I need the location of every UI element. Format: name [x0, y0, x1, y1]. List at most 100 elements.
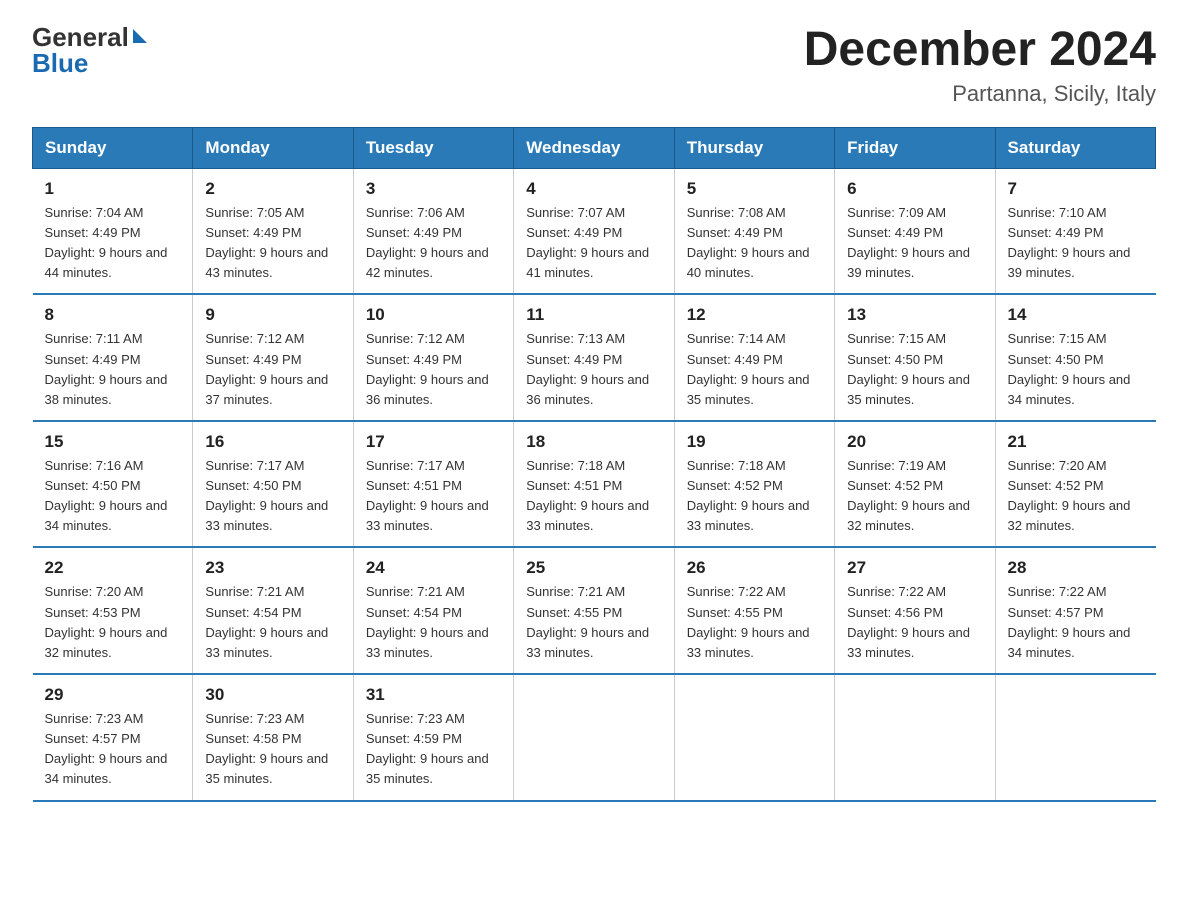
- calendar-cell: 18 Sunrise: 7:18 AMSunset: 4:51 PMDaylig…: [514, 421, 674, 548]
- week-row-2: 8 Sunrise: 7:11 AMSunset: 4:49 PMDayligh…: [33, 294, 1156, 421]
- day-info: Sunrise: 7:18 AMSunset: 4:52 PMDaylight:…: [687, 458, 810, 533]
- calendar-cell: 31 Sunrise: 7:23 AMSunset: 4:59 PMDaylig…: [353, 674, 513, 801]
- calendar-cell: 15 Sunrise: 7:16 AMSunset: 4:50 PMDaylig…: [33, 421, 193, 548]
- weekday-header-row: SundayMondayTuesdayWednesdayThursdayFrid…: [33, 127, 1156, 168]
- calendar-cell: 23 Sunrise: 7:21 AMSunset: 4:54 PMDaylig…: [193, 547, 353, 674]
- calendar-cell: 11 Sunrise: 7:13 AMSunset: 4:49 PMDaylig…: [514, 294, 674, 421]
- day-info: Sunrise: 7:23 AMSunset: 4:59 PMDaylight:…: [366, 711, 489, 786]
- day-info: Sunrise: 7:15 AMSunset: 4:50 PMDaylight:…: [847, 331, 970, 406]
- day-info: Sunrise: 7:04 AMSunset: 4:49 PMDaylight:…: [45, 205, 168, 280]
- day-number: 15: [45, 432, 181, 452]
- day-number: 22: [45, 558, 181, 578]
- day-number: 26: [687, 558, 822, 578]
- calendar-cell: 17 Sunrise: 7:17 AMSunset: 4:51 PMDaylig…: [353, 421, 513, 548]
- day-info: Sunrise: 7:06 AMSunset: 4:49 PMDaylight:…: [366, 205, 489, 280]
- day-number: 1: [45, 179, 181, 199]
- day-number: 27: [847, 558, 982, 578]
- day-number: 14: [1008, 305, 1144, 325]
- day-info: Sunrise: 7:11 AMSunset: 4:49 PMDaylight:…: [45, 331, 168, 406]
- weekday-header-sunday: Sunday: [33, 127, 193, 168]
- day-info: Sunrise: 7:05 AMSunset: 4:49 PMDaylight:…: [205, 205, 328, 280]
- weekday-header-monday: Monday: [193, 127, 353, 168]
- day-number: 2: [205, 179, 340, 199]
- calendar-cell: 8 Sunrise: 7:11 AMSunset: 4:49 PMDayligh…: [33, 294, 193, 421]
- day-info: Sunrise: 7:08 AMSunset: 4:49 PMDaylight:…: [687, 205, 810, 280]
- day-number: 6: [847, 179, 982, 199]
- calendar-cell: 13 Sunrise: 7:15 AMSunset: 4:50 PMDaylig…: [835, 294, 995, 421]
- day-number: 19: [687, 432, 822, 452]
- weekday-header-wednesday: Wednesday: [514, 127, 674, 168]
- calendar-cell: 12 Sunrise: 7:14 AMSunset: 4:49 PMDaylig…: [674, 294, 834, 421]
- day-number: 23: [205, 558, 340, 578]
- day-number: 8: [45, 305, 181, 325]
- page-header: General Blue December 2024 Partanna, Sic…: [32, 24, 1156, 107]
- day-number: 20: [847, 432, 982, 452]
- calendar-cell: 25 Sunrise: 7:21 AMSunset: 4:55 PMDaylig…: [514, 547, 674, 674]
- calendar-cell: 29 Sunrise: 7:23 AMSunset: 4:57 PMDaylig…: [33, 674, 193, 801]
- day-info: Sunrise: 7:21 AMSunset: 4:54 PMDaylight:…: [366, 584, 489, 659]
- calendar-cell: 4 Sunrise: 7:07 AMSunset: 4:49 PMDayligh…: [514, 168, 674, 294]
- day-info: Sunrise: 7:23 AMSunset: 4:57 PMDaylight:…: [45, 711, 168, 786]
- calendar-cell: 3 Sunrise: 7:06 AMSunset: 4:49 PMDayligh…: [353, 168, 513, 294]
- day-number: 3: [366, 179, 501, 199]
- calendar-cell: 27 Sunrise: 7:22 AMSunset: 4:56 PMDaylig…: [835, 547, 995, 674]
- week-row-3: 15 Sunrise: 7:16 AMSunset: 4:50 PMDaylig…: [33, 421, 1156, 548]
- day-number: 29: [45, 685, 181, 705]
- day-info: Sunrise: 7:23 AMSunset: 4:58 PMDaylight:…: [205, 711, 328, 786]
- day-number: 13: [847, 305, 982, 325]
- day-number: 28: [1008, 558, 1144, 578]
- calendar-cell: [995, 674, 1155, 801]
- logo-triangle-icon: [133, 29, 147, 43]
- day-number: 21: [1008, 432, 1144, 452]
- calendar-cell: 19 Sunrise: 7:18 AMSunset: 4:52 PMDaylig…: [674, 421, 834, 548]
- month-title: December 2024: [804, 24, 1156, 77]
- calendar-cell: 10 Sunrise: 7:12 AMSunset: 4:49 PMDaylig…: [353, 294, 513, 421]
- day-number: 24: [366, 558, 501, 578]
- calendar-cell: 6 Sunrise: 7:09 AMSunset: 4:49 PMDayligh…: [835, 168, 995, 294]
- logo-blue-text: Blue: [32, 50, 88, 76]
- day-info: Sunrise: 7:22 AMSunset: 4:55 PMDaylight:…: [687, 584, 810, 659]
- week-row-5: 29 Sunrise: 7:23 AMSunset: 4:57 PMDaylig…: [33, 674, 1156, 801]
- day-info: Sunrise: 7:10 AMSunset: 4:49 PMDaylight:…: [1008, 205, 1131, 280]
- weekday-header-thursday: Thursday: [674, 127, 834, 168]
- day-number: 17: [366, 432, 501, 452]
- calendar-cell: 20 Sunrise: 7:19 AMSunset: 4:52 PMDaylig…: [835, 421, 995, 548]
- calendar-cell: 9 Sunrise: 7:12 AMSunset: 4:49 PMDayligh…: [193, 294, 353, 421]
- day-info: Sunrise: 7:16 AMSunset: 4:50 PMDaylight:…: [45, 458, 168, 533]
- day-number: 18: [526, 432, 661, 452]
- calendar-cell: 16 Sunrise: 7:17 AMSunset: 4:50 PMDaylig…: [193, 421, 353, 548]
- day-number: 11: [526, 305, 661, 325]
- day-number: 5: [687, 179, 822, 199]
- day-info: Sunrise: 7:21 AMSunset: 4:55 PMDaylight:…: [526, 584, 649, 659]
- day-info: Sunrise: 7:19 AMSunset: 4:52 PMDaylight:…: [847, 458, 970, 533]
- day-info: Sunrise: 7:21 AMSunset: 4:54 PMDaylight:…: [205, 584, 328, 659]
- day-number: 7: [1008, 179, 1144, 199]
- day-number: 10: [366, 305, 501, 325]
- calendar-cell: 30 Sunrise: 7:23 AMSunset: 4:58 PMDaylig…: [193, 674, 353, 801]
- day-info: Sunrise: 7:12 AMSunset: 4:49 PMDaylight:…: [366, 331, 489, 406]
- day-number: 31: [366, 685, 501, 705]
- calendar-cell: 1 Sunrise: 7:04 AMSunset: 4:49 PMDayligh…: [33, 168, 193, 294]
- calendar-cell: 24 Sunrise: 7:21 AMSunset: 4:54 PMDaylig…: [353, 547, 513, 674]
- title-block: December 2024 Partanna, Sicily, Italy: [804, 24, 1156, 107]
- day-info: Sunrise: 7:09 AMSunset: 4:49 PMDaylight:…: [847, 205, 970, 280]
- week-row-4: 22 Sunrise: 7:20 AMSunset: 4:53 PMDaylig…: [33, 547, 1156, 674]
- calendar-cell: 28 Sunrise: 7:22 AMSunset: 4:57 PMDaylig…: [995, 547, 1155, 674]
- day-number: 25: [526, 558, 661, 578]
- day-info: Sunrise: 7:15 AMSunset: 4:50 PMDaylight:…: [1008, 331, 1131, 406]
- calendar-cell: [674, 674, 834, 801]
- calendar-cell: 14 Sunrise: 7:15 AMSunset: 4:50 PMDaylig…: [995, 294, 1155, 421]
- day-info: Sunrise: 7:22 AMSunset: 4:57 PMDaylight:…: [1008, 584, 1131, 659]
- calendar-cell: [514, 674, 674, 801]
- calendar-cell: [835, 674, 995, 801]
- calendar-cell: 2 Sunrise: 7:05 AMSunset: 4:49 PMDayligh…: [193, 168, 353, 294]
- day-number: 9: [205, 305, 340, 325]
- weekday-header-friday: Friday: [835, 127, 995, 168]
- location-title: Partanna, Sicily, Italy: [804, 81, 1156, 107]
- week-row-1: 1 Sunrise: 7:04 AMSunset: 4:49 PMDayligh…: [33, 168, 1156, 294]
- day-info: Sunrise: 7:22 AMSunset: 4:56 PMDaylight:…: [847, 584, 970, 659]
- calendar-cell: 7 Sunrise: 7:10 AMSunset: 4:49 PMDayligh…: [995, 168, 1155, 294]
- weekday-header-saturday: Saturday: [995, 127, 1155, 168]
- day-info: Sunrise: 7:14 AMSunset: 4:49 PMDaylight:…: [687, 331, 810, 406]
- calendar-cell: 5 Sunrise: 7:08 AMSunset: 4:49 PMDayligh…: [674, 168, 834, 294]
